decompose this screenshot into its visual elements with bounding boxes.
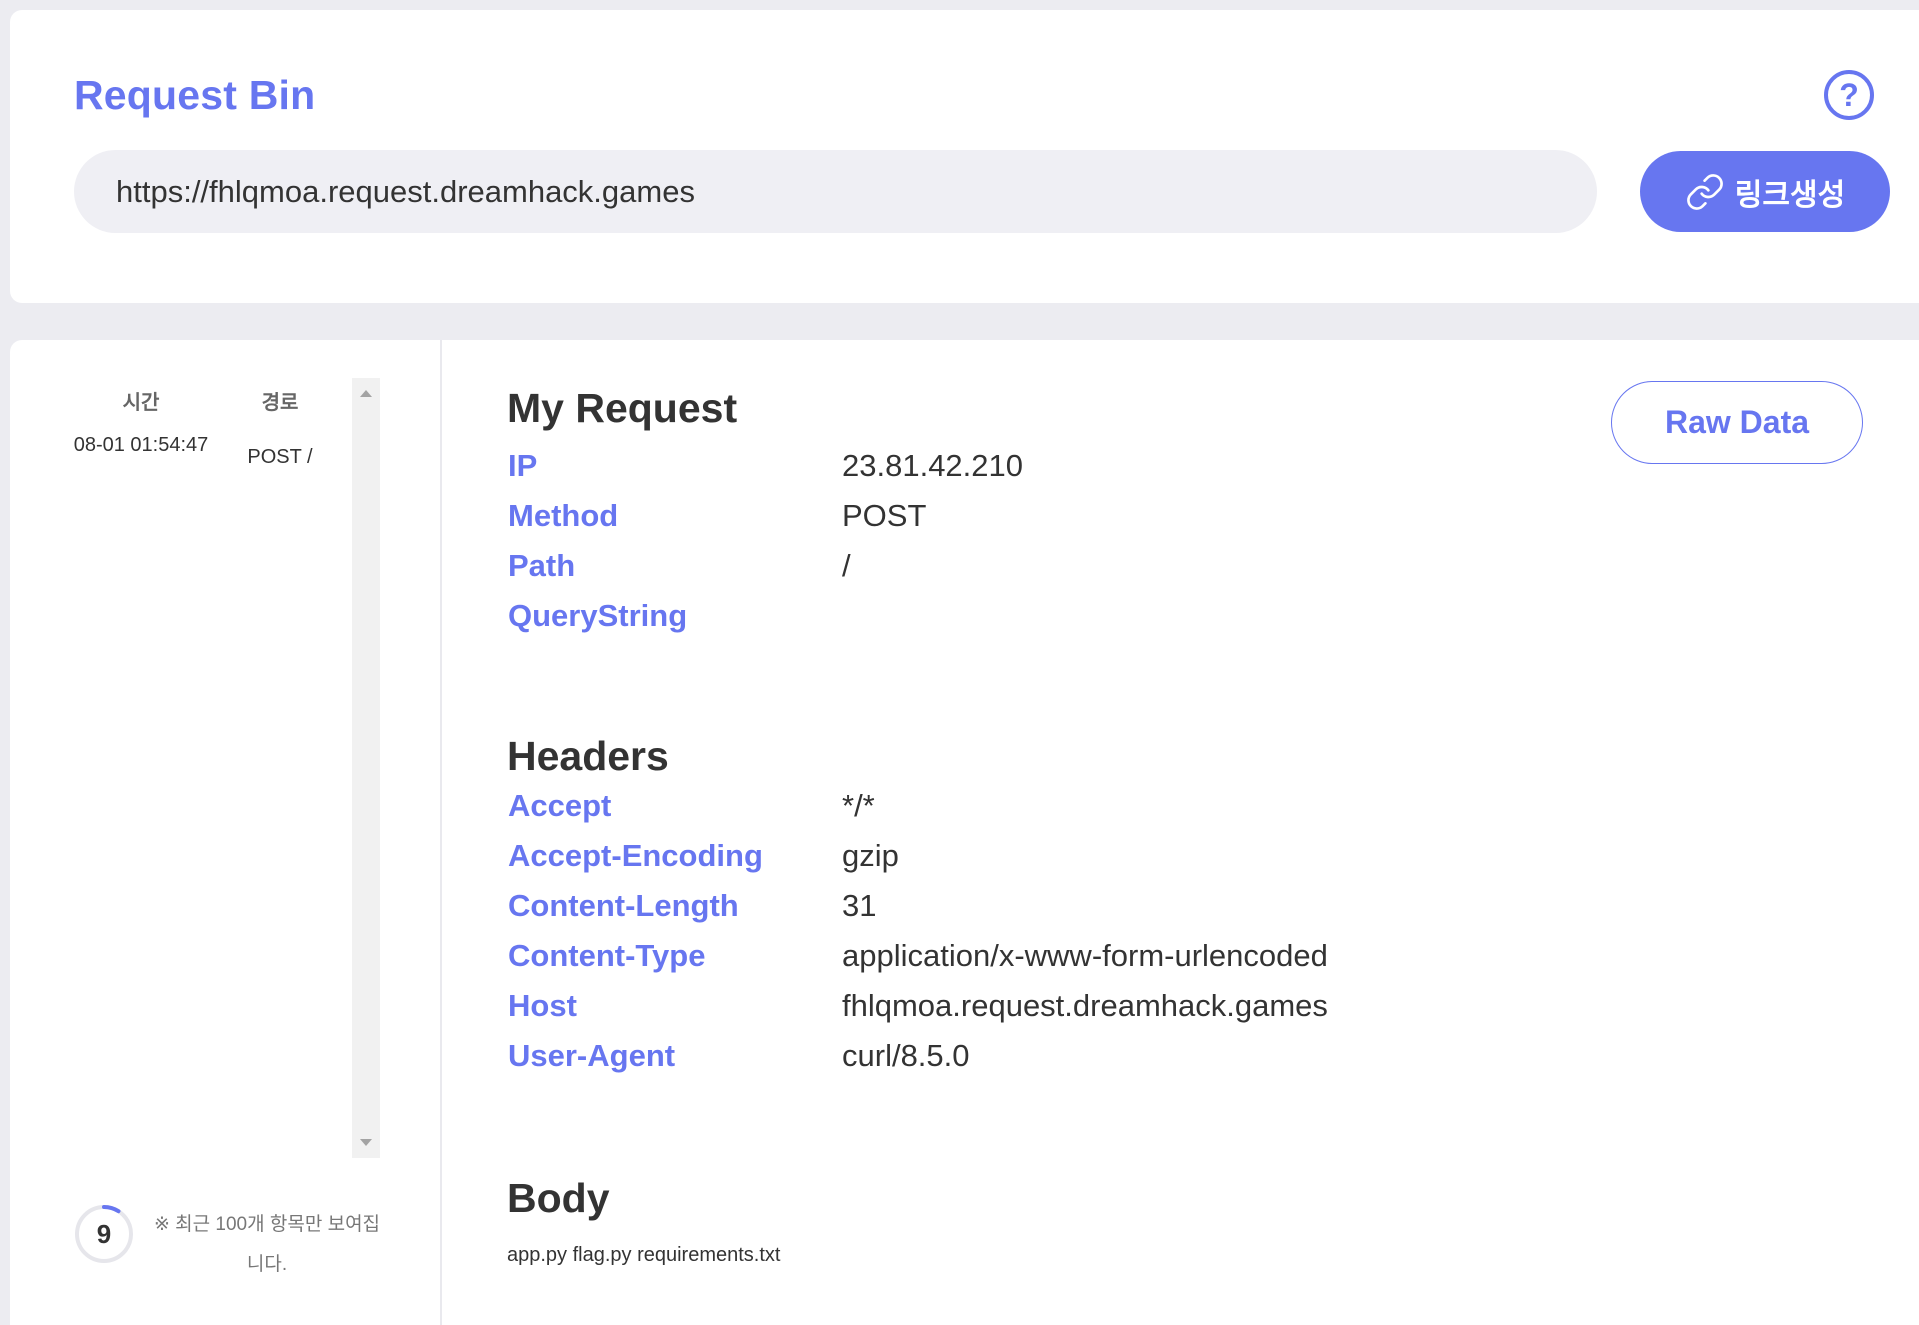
body-title: Body bbox=[507, 1175, 610, 1221]
request-count: 9 bbox=[96, 1218, 112, 1249]
request-body-content: app.py flag.py requirements.txt bbox=[507, 1244, 781, 1266]
pane-divider bbox=[440, 340, 442, 1325]
header-value-content-type: application/x-www-form-urlencoded bbox=[842, 938, 1328, 973]
header-value-accept: */* bbox=[842, 788, 875, 823]
field-key-querystring: QueryString bbox=[508, 598, 688, 633]
header-value-content-length: 31 bbox=[842, 888, 877, 923]
generate-link-label: 링크생성 bbox=[1734, 178, 1846, 212]
header-value-user-agent: curl/8.5.0 bbox=[842, 1038, 970, 1073]
generate-link-button[interactable]: 링크생성 bbox=[1640, 151, 1890, 232]
history-row-path: POST / bbox=[247, 446, 313, 468]
help-button[interactable]: ? bbox=[1824, 70, 1874, 120]
scroll-up-arrow-icon[interactable] bbox=[360, 390, 372, 397]
header-key-host: Host bbox=[508, 988, 577, 1023]
history-row[interactable]: 08-01 01:54:47 POST / bbox=[70, 430, 370, 500]
question-circle-icon: ? bbox=[1839, 76, 1859, 113]
field-value-ip: 23.81.42.210 bbox=[842, 448, 1024, 483]
header-key-accept: Accept bbox=[508, 788, 612, 823]
field-value-path: / bbox=[842, 548, 851, 583]
history-row-time: 08-01 01:54:47 bbox=[73, 434, 209, 456]
header-key-content-type: Content-Type bbox=[508, 938, 706, 973]
my-request-title: My Request bbox=[507, 385, 738, 431]
history-scrollbar[interactable] bbox=[352, 378, 380, 1158]
column-header-time: 시간 bbox=[122, 392, 160, 414]
raw-data-button[interactable]: Raw Data bbox=[1611, 381, 1863, 464]
bin-url-field[interactable] bbox=[74, 150, 1597, 233]
request-count-indicator: 9 bbox=[73, 1203, 135, 1265]
app-title: Request Bin bbox=[74, 72, 316, 118]
scroll-down-arrow-icon[interactable] bbox=[360, 1139, 372, 1146]
link-icon bbox=[1685, 172, 1725, 212]
header-card: Request Bin ? 링크생성 bbox=[10, 10, 1919, 303]
headers-title: Headers bbox=[507, 733, 669, 779]
header-key-content-length: Content-Length bbox=[508, 888, 739, 923]
field-key-path: Path bbox=[508, 548, 576, 583]
header-key-user-agent: User-Agent bbox=[508, 1038, 676, 1073]
field-key-method: Method bbox=[508, 498, 619, 533]
history-limit-notice: ※ 최근 100개 항목만 보여집니다. bbox=[153, 1214, 381, 1275]
field-value-method: POST bbox=[842, 498, 927, 533]
header-value-accept-encoding: gzip bbox=[842, 838, 899, 873]
header-key-accept-encoding: Accept-Encoding bbox=[508, 838, 763, 873]
column-header-path: 경로 bbox=[261, 392, 299, 414]
field-key-ip: IP bbox=[508, 448, 538, 483]
content-card: 시간 경로 08-01 01:54:47 POST / 9 ※ 최근 100개 … bbox=[10, 340, 1919, 1325]
header-value-host: fhlqmoa.request.dreamhack.games bbox=[842, 988, 1328, 1023]
